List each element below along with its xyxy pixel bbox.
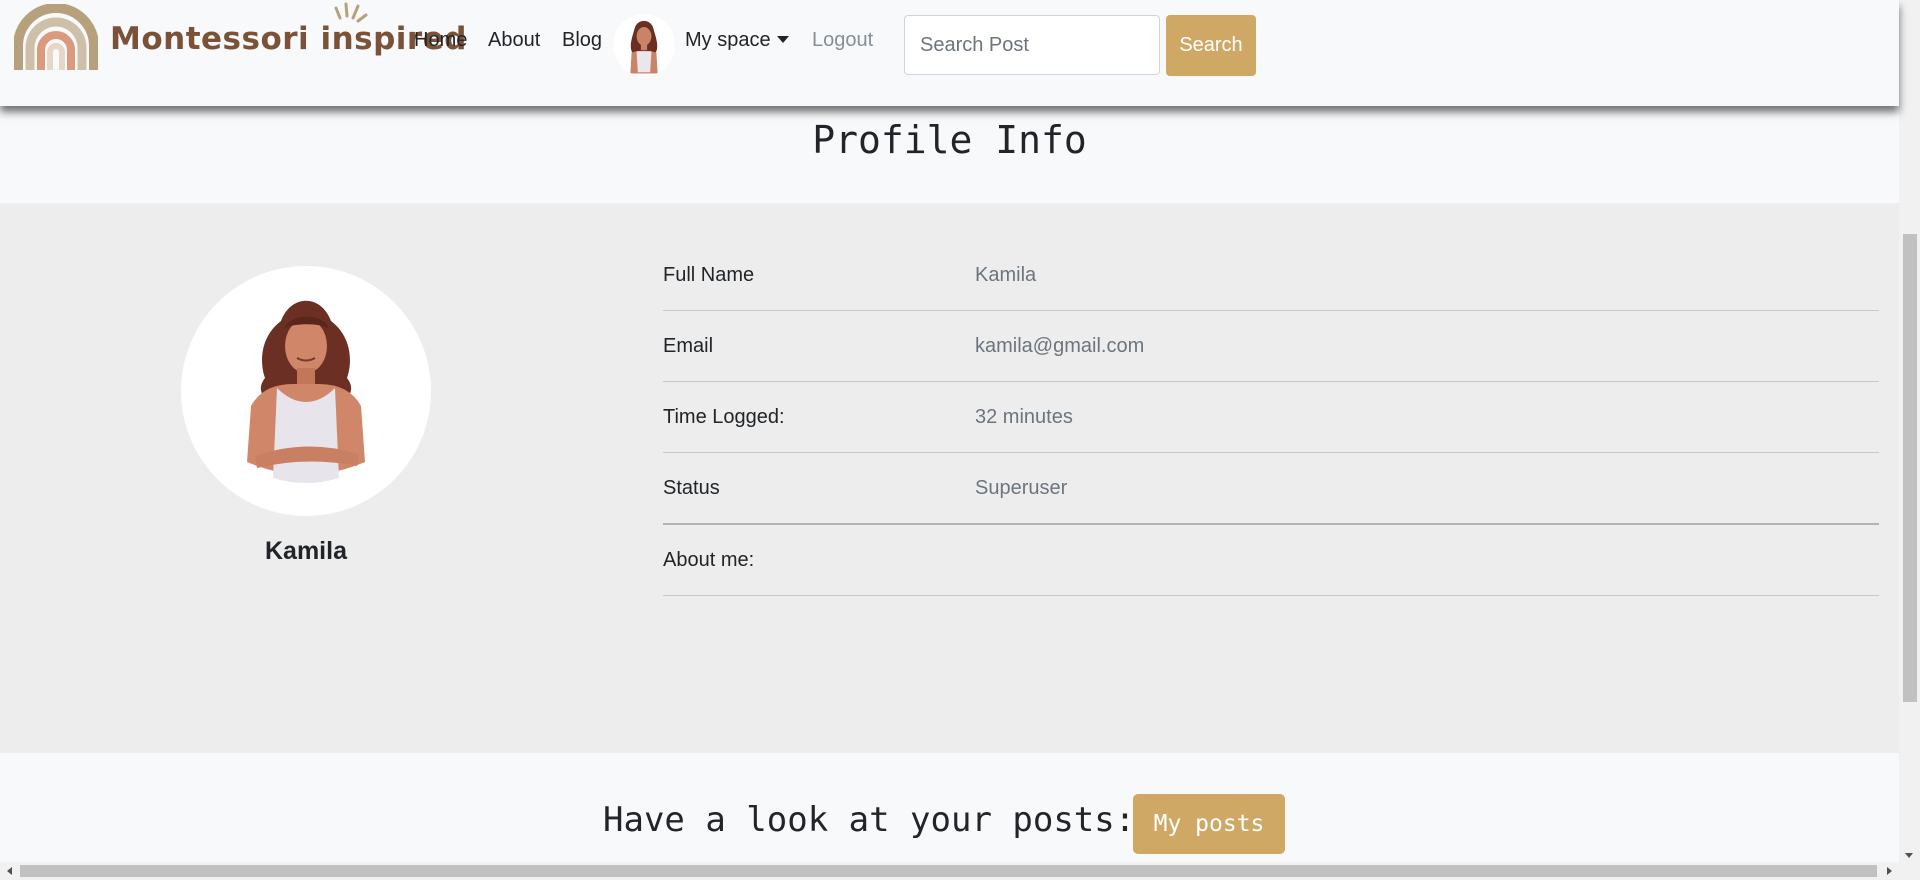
nav-my-space-label: My space bbox=[685, 29, 771, 51]
scroll-left-arrow-icon[interactable] bbox=[7, 867, 12, 875]
info-row-full-name: Full Name Kamila bbox=[663, 240, 1879, 311]
search-button[interactable]: Search bbox=[1166, 15, 1256, 76]
search-input[interactable] bbox=[904, 15, 1160, 75]
nav-home[interactable]: Home bbox=[414, 29, 467, 52]
info-row-about-me: About me: bbox=[663, 525, 1879, 596]
vertical-scrollbar[interactable] bbox=[1899, 0, 1920, 862]
nav-my-space-dropdown[interactable]: My space bbox=[685, 29, 789, 52]
info-row-status: Status Superuser bbox=[663, 453, 1879, 525]
profile-name: Kamila bbox=[265, 537, 347, 565]
profile-info-table: Full Name Kamila Email kamila@gmail.com … bbox=[663, 240, 1879, 596]
woman-avatar-icon bbox=[630, 20, 658, 74]
caret-down-icon bbox=[776, 36, 789, 43]
vertical-scrollbar-thumb[interactable] bbox=[1903, 234, 1917, 702]
sun-rays-icon bbox=[334, 2, 368, 23]
info-value: 32 minutes bbox=[975, 406, 1073, 428]
rainbow-logo-icon bbox=[14, 4, 98, 70]
nav-about[interactable]: About bbox=[488, 29, 540, 52]
info-label: Email bbox=[663, 335, 714, 357]
my-posts-button[interactable]: My posts bbox=[1133, 794, 1285, 854]
horizontal-scrollbar-thumb[interactable] bbox=[20, 865, 1877, 877]
nav-blog[interactable]: Blog bbox=[562, 29, 602, 52]
woman-avatar-icon bbox=[247, 300, 365, 483]
scroll-down-arrow-icon[interactable] bbox=[1905, 853, 1913, 858]
info-label: Status bbox=[663, 477, 720, 499]
info-value: Superuser bbox=[975, 477, 1068, 499]
info-label: About me: bbox=[663, 549, 755, 571]
nav-avatar[interactable] bbox=[613, 14, 675, 76]
scrollbar-corner bbox=[1899, 862, 1920, 880]
brand-logo[interactable]: Montessori inspired bbox=[14, 4, 467, 70]
nav-logout[interactable]: Logout bbox=[812, 29, 873, 52]
info-value: kamila@gmail.com bbox=[975, 335, 1145, 357]
info-value: Kamila bbox=[975, 264, 1037, 286]
posts-prompt: Have a look at your posts: bbox=[603, 800, 1136, 840]
scroll-right-arrow-icon[interactable] bbox=[1887, 867, 1892, 875]
info-row-email: Email kamila@gmail.com bbox=[663, 311, 1879, 382]
horizontal-scrollbar[interactable] bbox=[0, 862, 1899, 880]
page-title: Profile Info bbox=[812, 118, 1087, 162]
info-label: Time Logged: bbox=[663, 406, 785, 428]
profile-section: Kamila Full Name Kamila Email kamila@gma… bbox=[0, 203, 1899, 753]
info-row-time-logged: Time Logged: 32 minutes bbox=[663, 382, 1879, 453]
navbar: Montessori inspired Home About Blog My s… bbox=[0, 0, 1899, 106]
profile-avatar bbox=[181, 266, 431, 516]
info-label: Full Name bbox=[663, 264, 755, 286]
